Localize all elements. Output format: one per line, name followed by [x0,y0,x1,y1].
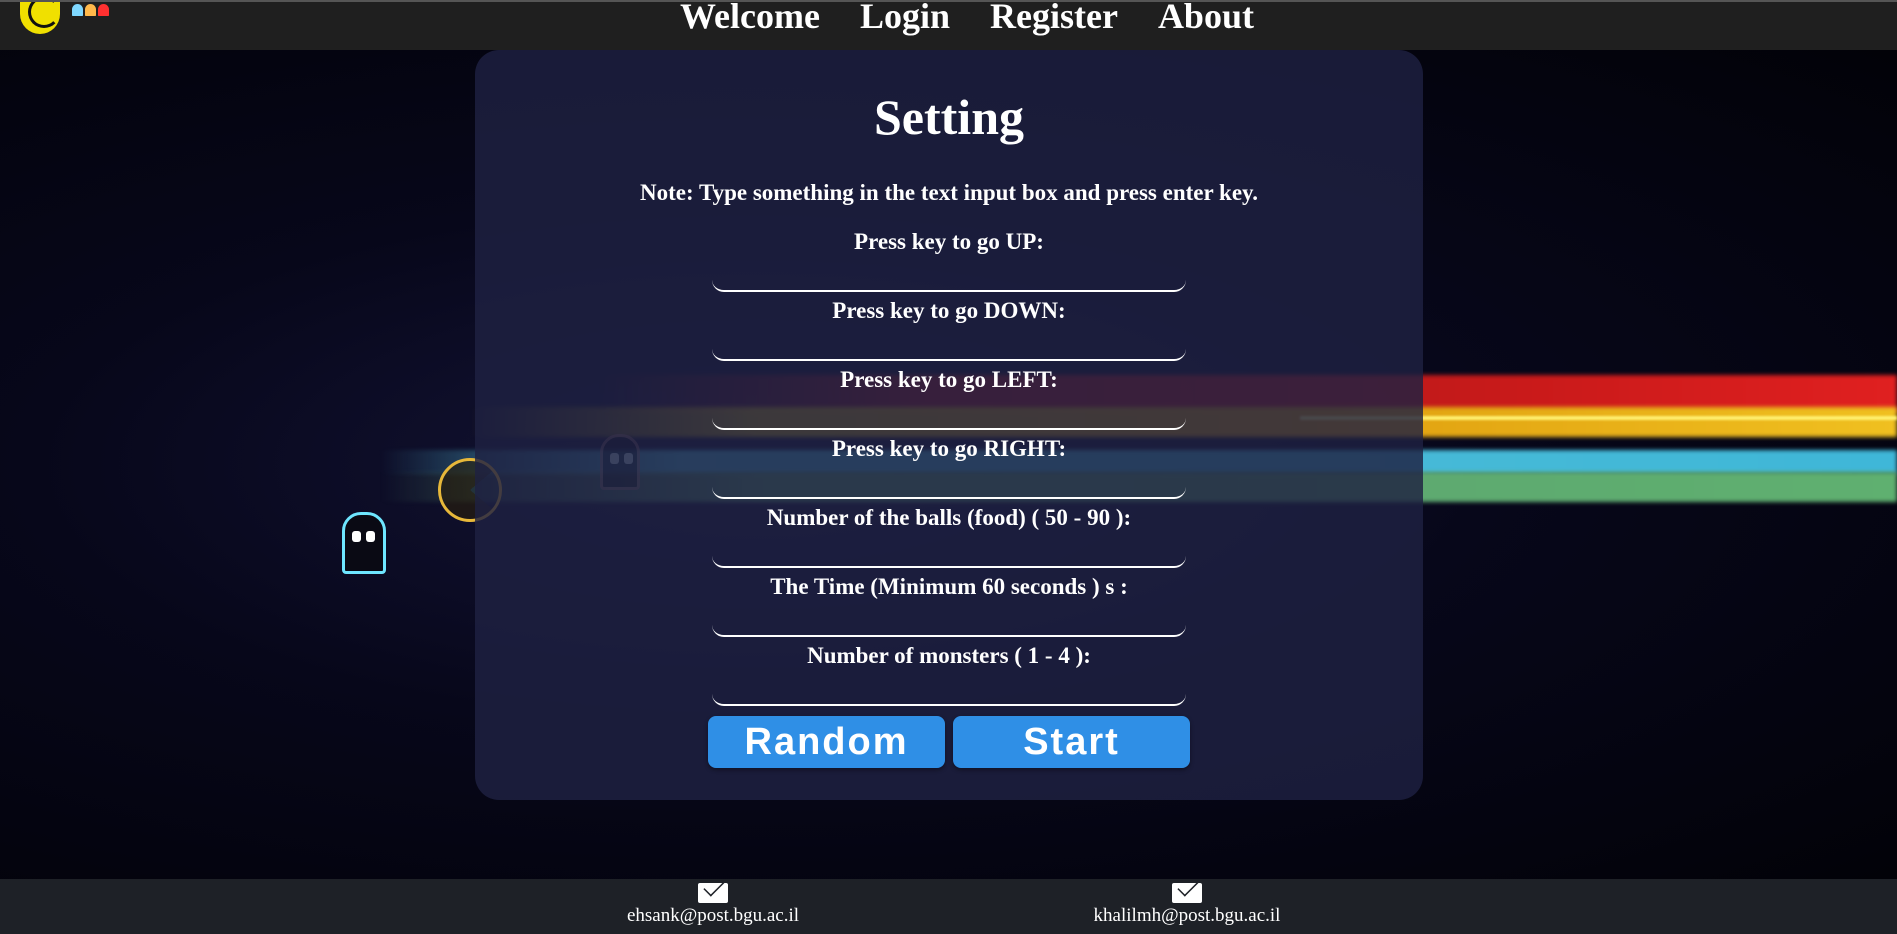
envelope-icon [1172,883,1202,903]
main-nav: Welcome Login Register About [680,0,1254,38]
down-key-input[interactable] [712,325,1186,361]
monsters-count-field: Number of monsters ( 1 - 4 ): [712,642,1186,706]
ghost-figure-icon [342,512,386,574]
balls-count-field: Number of the balls (food) ( 50 - 90 ): [712,504,1186,568]
monsters-count-label: Number of monsters ( 1 - 4 ): [807,643,1091,668]
left-key-label: Press key to go LEFT: [840,367,1058,392]
down-key-label: Press key to go DOWN: [832,298,1066,323]
ghost-red-icon [98,4,109,16]
contact-1: ehsank@post.bgu.ac.il [620,883,806,927]
down-key-field: Press key to go DOWN: [712,297,1186,361]
left-key-field: Press key to go LEFT: [712,366,1186,430]
start-button[interactable]: Start [953,716,1190,768]
time-input[interactable] [712,601,1186,637]
contact-1-email-link[interactable]: ehsank@post.bgu.ac.il [627,905,799,926]
contact-2: khalilmh@post.bgu.ac.il [1088,883,1286,927]
up-key-label: Press key to go UP: [854,229,1044,254]
right-key-label: Press key to go RIGHT: [831,436,1067,461]
right-key-input[interactable] [712,463,1186,499]
time-label: The Time (Minimum 60 seconds ) s : [770,574,1128,599]
envelope-icon [698,883,728,903]
right-key-field: Press key to go RIGHT: [712,435,1186,499]
balls-count-label: Number of the balls (food) ( 50 - 90 ): [766,505,1132,530]
settings-fields: Press key to go UP: Press key to go DOWN… [475,228,1423,706]
balls-count-input[interactable] [712,532,1186,568]
ghost-orange-icon [85,4,96,16]
pacman-logo-icon[interactable] [20,2,60,34]
contact-2-email-link[interactable]: khalilmh@post.bgu.ac.il [1094,905,1281,926]
settings-panel: Setting Note: Type something in the text… [475,50,1423,800]
random-button[interactable]: Random [708,716,945,768]
time-field: The Time (Minimum 60 seconds ) s : [712,573,1186,637]
ghost-icons [72,4,109,16]
ghost-blue-icon [72,4,83,16]
page-title: Setting [874,89,1024,145]
up-key-input[interactable] [712,256,1186,292]
nav-login-link[interactable]: Login [860,0,950,38]
nav-register-link[interactable]: Register [990,0,1118,38]
nav-welcome-link[interactable]: Welcome [680,0,820,38]
footer: ehsank@post.bgu.ac.il khalilmh@post.bgu.… [0,879,1897,934]
nav-about-link[interactable]: About [1158,0,1254,38]
settings-note: Note: Type something in the text input b… [639,180,1259,205]
settings-buttons: Random Start [475,716,1423,768]
monsters-count-input[interactable] [712,670,1186,706]
left-key-input[interactable] [712,394,1186,430]
top-navbar: Welcome Login Register About [0,0,1897,50]
up-key-field: Press key to go UP: [712,228,1186,292]
